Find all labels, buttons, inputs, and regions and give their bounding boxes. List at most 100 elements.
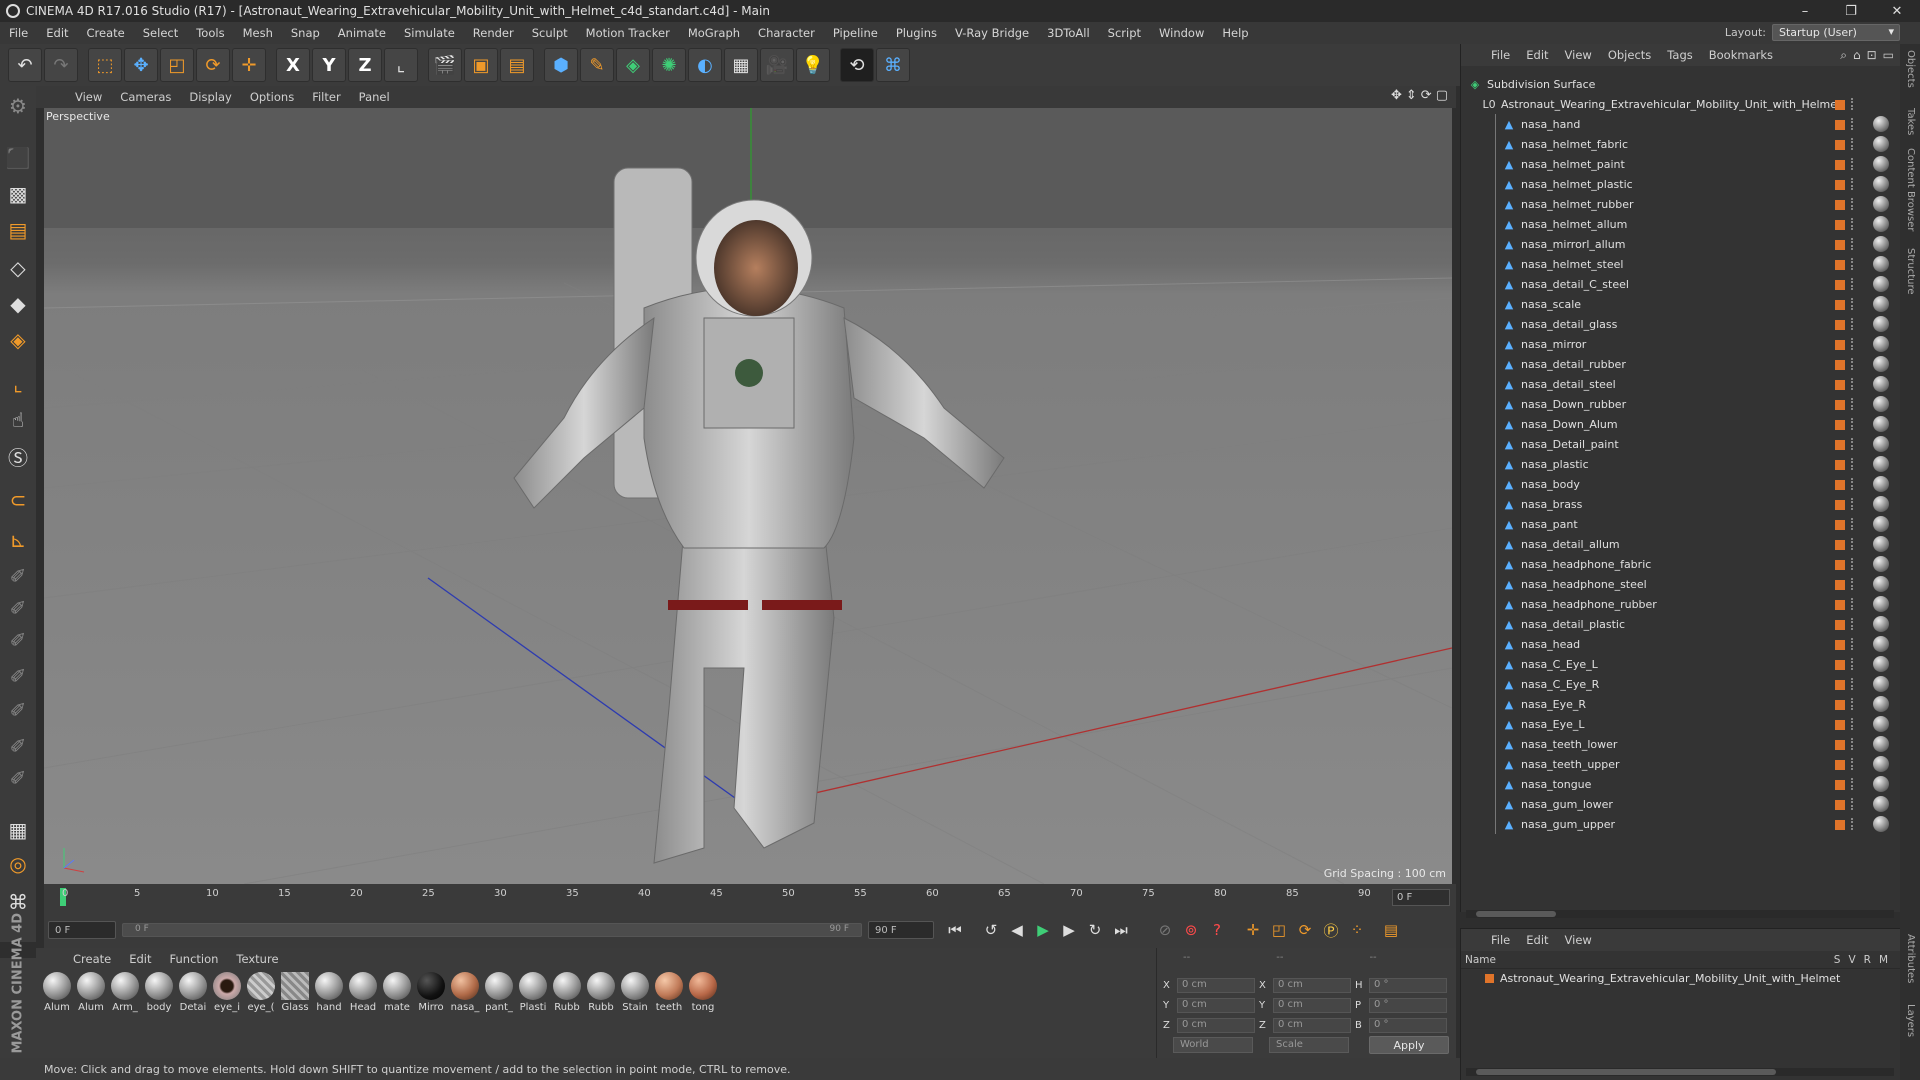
object-menu-view[interactable]: View [1557,48,1600,62]
brush-icon-6[interactable]: ✐ [2,730,34,762]
timeline[interactable]: 0 5 10 15 20 25 30 35 40 45 50 55 60 65 … [44,884,1456,912]
material-swatch[interactable]: Glass [280,972,310,1013]
link-icon[interactable]: ⊡ [1867,48,1877,63]
material-swatch[interactable]: Arm_ [110,972,140,1013]
menu-vray-bridge[interactable]: V-Ray Bridge [946,26,1038,40]
material-tag-icon[interactable] [1873,176,1889,192]
material-tag-icon[interactable] [1873,276,1889,292]
x-axis-icon[interactable]: X [276,48,310,82]
material-tag-icon[interactable] [1873,376,1889,392]
layer-tag-icon[interactable] [1835,460,1845,470]
workplane-icon[interactable]: ⊾ [2,524,34,556]
visibility-dots[interactable] [1851,518,1855,530]
object-row[interactable]: ▲ nasa_detail_allum [1461,534,1901,554]
material-tag-icon[interactable] [1873,656,1889,672]
layer-menu-view[interactable]: View [1557,933,1600,947]
record-key-icon[interactable]: ⊘ [1152,917,1178,943]
perspective-viewport[interactable]: Perspective Grid Spacing : 100 cm [44,108,1452,884]
frame-range-slider[interactable]: 0 F 90 F [122,923,862,937]
object-mode-icon[interactable]: ⬛ [2,142,34,174]
layout-dropdown[interactable]: Startup (User) [1772,24,1900,41]
material-tag-icon[interactable] [1873,116,1889,132]
visibility-dots[interactable] [1851,658,1855,670]
subdivision-icon[interactable]: ◈ [616,48,650,82]
transform-icon[interactable]: ✛ [232,48,266,82]
object-menu-file[interactable]: File [1483,48,1518,62]
material-swatch[interactable]: eye_i [212,972,242,1013]
object-row[interactable]: ▲ nasa_body [1461,474,1901,494]
tab-attributes[interactable]: Attributes [1905,934,1916,983]
object-row[interactable]: ▲ nasa_helmet_steel [1461,254,1901,274]
material-tag-icon[interactable] [1873,356,1889,372]
object-row[interactable]: ▲ nasa_brass [1461,494,1901,514]
layer-tag-icon[interactable] [1835,180,1845,190]
layer-tag-icon[interactable] [1835,160,1845,170]
material-menu-edit[interactable]: Edit [120,952,160,966]
current-frame-field[interactable]: 0 F [1392,889,1450,906]
previous-frame-icon[interactable]: ◀ [1004,917,1030,943]
visibility-dots[interactable] [1851,618,1855,630]
object-row[interactable]: ▲ nasa_scale [1461,294,1901,314]
close-button[interactable]: ✕ [1874,0,1920,22]
visibility-dots[interactable] [1851,118,1855,130]
object-row[interactable]: ▲ nasa_teeth_upper [1461,754,1901,774]
visibility-dots[interactable] [1851,558,1855,570]
layer-tag-icon[interactable] [1835,600,1845,610]
object-row[interactable]: ▲ nasa_hand [1461,114,1901,134]
object-row[interactable]: ▲ nasa_helmet_plastic [1461,174,1901,194]
object-row[interactable]: ▲ nasa_tongue [1461,774,1901,794]
material-swatch[interactable]: Head [348,972,378,1013]
key-pla-icon[interactable]: ⁘ [1344,917,1370,943]
object-row[interactable]: ▲ nasa_gum_upper [1461,814,1901,834]
material-tag-icon[interactable] [1873,776,1889,792]
key-rotation-icon[interactable]: ⟳ [1292,917,1318,943]
layer-tag-icon[interactable] [1835,620,1845,630]
python-icon[interactable]: ⌘ [876,48,910,82]
object-row[interactable]: ▲ nasa_head [1461,634,1901,654]
material-tag-icon[interactable] [1873,516,1889,532]
torus-icon[interactable]: ◎ [2,848,34,880]
layer-tag-icon[interactable] [1835,680,1845,690]
menu-motion-tracker[interactable]: Motion Tracker [577,26,679,40]
menu-plugins[interactable]: Plugins [887,26,946,40]
material-swatch[interactable]: mate [382,972,412,1013]
visibility-dots[interactable] [1851,398,1855,410]
brush-icon-2[interactable]: ✐ [2,592,34,624]
cube-icon[interactable]: ⬢ [544,48,578,82]
layer-tag-icon[interactable] [1835,140,1845,150]
scale-icon[interactable]: ◰ [160,48,194,82]
material-tag-icon[interactable] [1873,236,1889,252]
layer-row[interactable]: Astronaut_Wearing_Extravehicular_Mobilit… [1461,969,1900,987]
object-row[interactable]: ▲ nasa_helmet_paint [1461,154,1901,174]
visibility-dots[interactable] [1851,778,1855,790]
object-row-subdivision[interactable]: ◈ Subdivision Surface [1461,74,1901,94]
layer-tag-icon[interactable] [1835,200,1845,210]
object-menu-edit[interactable]: Edit [1518,48,1556,62]
layer-tag-icon[interactable] [1835,520,1845,530]
visibility-dots[interactable] [1851,278,1855,290]
layer-tag-icon[interactable] [1835,320,1845,330]
material-tag-icon[interactable] [1873,696,1889,712]
object-menu-bookmarks[interactable]: Bookmarks [1701,48,1781,62]
object-row[interactable]: ▲ nasa_C_Eye_L [1461,654,1901,674]
pen-icon[interactable]: ✎ [580,48,614,82]
material-tag-icon[interactable] [1873,536,1889,552]
position-y-field[interactable]: 0 cm [1177,998,1255,1013]
material-tag-icon[interactable] [1873,416,1889,432]
minimize-button[interactable]: – [1782,0,1828,22]
layer-menu-file[interactable]: File [1483,933,1518,947]
material-tag-icon[interactable] [1873,736,1889,752]
viewport-menu-cameras[interactable]: Cameras [111,90,180,104]
polygons-mode-icon[interactable]: ◈ [2,324,34,356]
object-row[interactable]: ▲ nasa_detail_glass [1461,314,1901,334]
visibility-dots[interactable] [1851,358,1855,370]
menu-mesh[interactable]: Mesh [234,26,282,40]
viewport-menu-display[interactable]: Display [180,90,240,104]
object-row[interactable]: ▲ nasa_plastic [1461,454,1901,474]
visibility-dots[interactable] [1851,678,1855,690]
texture-mode-icon[interactable]: ▩ [2,178,34,210]
visibility-dots[interactable] [1851,478,1855,490]
material-tag-icon[interactable] [1873,676,1889,692]
tab-layers[interactable]: Layers [1905,1004,1916,1037]
material-tag-icon[interactable] [1873,596,1889,612]
